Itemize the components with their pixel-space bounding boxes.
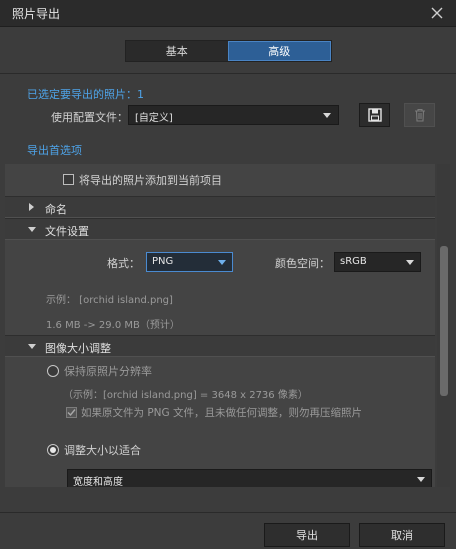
format-select[interactable]: PNG (146, 252, 233, 272)
collapse-down-icon (28, 227, 36, 232)
section-file-settings[interactable]: 文件设置 (5, 218, 435, 240)
collapse-down-icon (28, 344, 36, 349)
floppy-disk-icon (367, 108, 382, 122)
colorspace-label: 颜色空间： (275, 257, 330, 270)
fit-mode-value: 宽度和高度 (73, 477, 123, 487)
cancel-button[interactable]: 取消 (359, 523, 445, 547)
selection-count-label: 已选定要导出的照片：1 (27, 88, 144, 101)
checkmark-icon (67, 409, 76, 417)
keep-resolution-radio[interactable] (47, 365, 59, 377)
expand-right-icon (29, 203, 34, 211)
section-naming-label: 命名 (45, 203, 67, 216)
colorspace-select[interactable]: sRGB (334, 252, 421, 272)
file-example: 示例： [orchid island.png] (46, 295, 173, 306)
export-prefs-label: 导出首选项 (27, 144, 82, 157)
config-label: 使用配置文件： (51, 111, 128, 124)
mode-tabs: 基本 高级 (125, 40, 332, 62)
section-file-settings-label: 文件设置 (45, 225, 89, 238)
no-recompress-checkbox[interactable] (66, 407, 77, 418)
trash-icon (414, 108, 425, 122)
export-button[interactable]: 导出 (264, 523, 350, 547)
config-value: [自定义] (135, 113, 173, 124)
save-preset-button[interactable] (359, 103, 390, 127)
divider (0, 73, 456, 74)
scrollbar-thumb[interactable] (440, 246, 448, 396)
divider (0, 512, 456, 513)
prefs-panel: 将导出的照片添加到当前项目 命名 文件设置 格式： PNG 颜色空间： sRGB… (5, 164, 435, 487)
tab-advanced[interactable]: 高级 (227, 41, 331, 61)
colorspace-value: sRGB (340, 256, 367, 267)
size-estimate: 1.6 MB -> 29.0 MB（预计） (46, 320, 180, 331)
resize-fit-label: 调整大小以适合 (64, 444, 141, 457)
tab-basic[interactable]: 基本 (126, 41, 228, 61)
delete-preset-button[interactable] (404, 103, 435, 127)
keep-resolution-example: （示例：[orchid island.png] = 3648 x 2736 像素… (63, 390, 308, 401)
window-title: 照片导出 (12, 7, 61, 21)
format-value: PNG (152, 256, 174, 267)
chevron-down-icon (406, 260, 414, 265)
title-bar (0, 0, 456, 27)
section-image-size[interactable]: 图像大小调整 (5, 335, 435, 357)
add-to-project-checkbox[interactable] (63, 174, 74, 185)
add-to-project-label: 将导出的照片添加到当前项目 (79, 174, 222, 187)
chevron-down-icon (218, 260, 226, 265)
close-button[interactable] (424, 2, 450, 24)
config-select[interactable]: [自定义] (128, 105, 339, 125)
close-icon (431, 7, 443, 19)
no-recompress-label: 如果原文件为 PNG 文件，且未做任何调整，则勿再压缩照片 (81, 407, 362, 419)
format-label: 格式： (107, 257, 140, 270)
fit-mode-select[interactable]: 宽度和高度 (67, 469, 432, 487)
resize-fit-radio[interactable] (47, 444, 59, 456)
section-image-size-label: 图像大小调整 (45, 342, 111, 355)
section-naming[interactable]: 命名 (5, 196, 435, 218)
chevron-down-icon (417, 477, 425, 482)
keep-resolution-label: 保持原照片分辨率 (64, 365, 152, 378)
chevron-down-icon (323, 113, 331, 118)
